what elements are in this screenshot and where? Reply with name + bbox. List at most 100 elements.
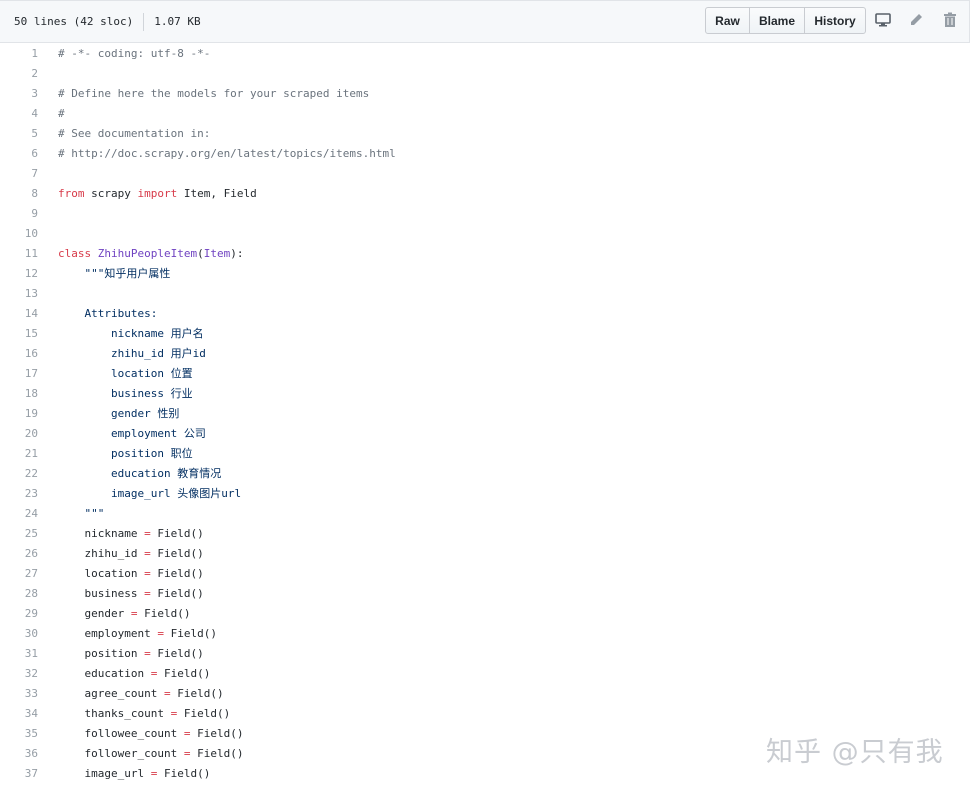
line-code: employment = Field() xyxy=(58,624,217,644)
line-number[interactable]: 9 xyxy=(0,204,38,224)
line-number[interactable]: 4 xyxy=(0,104,38,124)
line-number[interactable]: 6 xyxy=(0,144,38,164)
code-line: 13 xyxy=(0,284,972,304)
line-number[interactable]: 15 xyxy=(0,324,38,344)
code-token: zhihu_id xyxy=(58,547,145,560)
code-token: ZhihuPeopleItem xyxy=(97,247,198,260)
line-number[interactable]: 28 xyxy=(0,584,38,604)
code-line: 30 employment = Field() xyxy=(0,624,972,644)
line-number[interactable]: 25 xyxy=(0,524,38,544)
code-line: 5 # See documentation in: xyxy=(0,124,972,144)
line-number[interactable]: 27 xyxy=(0,564,38,584)
raw-button[interactable]: Raw xyxy=(705,7,750,34)
line-code: nickname 用户名 xyxy=(58,324,204,344)
line-number[interactable]: 8 xyxy=(0,184,38,204)
code-line: 1 # -*- coding: utf-8 -*- xyxy=(0,44,972,64)
file-actions: Raw Blame History xyxy=(705,7,866,34)
blame-button[interactable]: Blame xyxy=(749,7,805,34)
line-number[interactable]: 2 xyxy=(0,64,38,84)
desktop-icon[interactable] xyxy=(874,11,892,29)
code-token: class xyxy=(58,247,92,260)
code-token: Field() xyxy=(150,647,204,660)
code-line: 32 education = Field() xyxy=(0,664,972,684)
line-number[interactable]: 11 xyxy=(0,244,38,264)
line-code: education = Field() xyxy=(58,664,210,684)
code-token: thanks_count xyxy=(58,707,171,720)
code-line: 4 # xyxy=(0,104,972,124)
line-number[interactable]: 5 xyxy=(0,124,38,144)
code-line: 7 xyxy=(0,164,972,184)
code-token: # -*- coding: utf-8 -*- xyxy=(58,47,211,60)
line-number[interactable]: 35 xyxy=(0,724,38,744)
code-token: # See documentation in: xyxy=(58,127,211,140)
line-number[interactable]: 37 xyxy=(0,764,38,784)
code-line: 23 image_url 头像图片url xyxy=(0,484,972,504)
line-number[interactable]: 23 xyxy=(0,484,38,504)
line-number[interactable]: 19 xyxy=(0,404,38,424)
line-number[interactable]: 31 xyxy=(0,644,38,664)
line-number[interactable]: 7 xyxy=(0,164,38,184)
pencil-icon[interactable] xyxy=(907,11,925,29)
line-code: # http://doc.scrapy.org/en/latest/topics… xyxy=(58,144,396,164)
code-line: 27 location = Field() xyxy=(0,564,972,584)
line-number[interactable]: 30 xyxy=(0,624,38,644)
line-number[interactable]: 33 xyxy=(0,684,38,704)
line-number[interactable]: 13 xyxy=(0,284,38,304)
code-token: Field() xyxy=(157,767,211,780)
line-number[interactable]: 14 xyxy=(0,304,38,324)
line-number[interactable]: 16 xyxy=(0,344,38,364)
trash-icon[interactable] xyxy=(941,11,959,29)
code-token: location xyxy=(58,567,145,580)
code-line: 8 from scrapy import Item, Field xyxy=(0,184,972,204)
line-number[interactable]: 21 xyxy=(0,444,38,464)
code-token: Field() xyxy=(150,587,204,600)
code-token: Field() xyxy=(177,707,231,720)
code-token: = xyxy=(144,567,151,580)
code-token: image_url 头像图片url xyxy=(58,487,242,500)
line-code: image_url = Field() xyxy=(58,764,210,784)
line-code: location 位置 xyxy=(58,364,193,384)
code-line: 19 gender 性别 xyxy=(0,404,972,424)
code-token: Field() xyxy=(190,747,244,760)
code-token: """ xyxy=(58,507,105,520)
line-number[interactable]: 20 xyxy=(0,424,38,444)
line-number[interactable]: 34 xyxy=(0,704,38,724)
line-code: zhihu_id 用户id xyxy=(58,344,206,364)
line-code: location = Field() xyxy=(58,564,204,584)
line-number[interactable]: 18 xyxy=(0,384,38,404)
code-line: 34 thanks_count = Field() xyxy=(0,704,972,724)
line-number[interactable]: 22 xyxy=(0,464,38,484)
code-line: 15 nickname 用户名 xyxy=(0,324,972,344)
line-number[interactable]: 1 xyxy=(0,44,38,64)
code-line: 21 position 职位 xyxy=(0,444,972,464)
line-code: # -*- coding: utf-8 -*- xyxy=(58,44,210,64)
line-number[interactable]: 24 xyxy=(0,504,38,524)
code-token: Field() xyxy=(163,627,217,640)
code-token: education xyxy=(58,667,151,680)
line-number[interactable]: 36 xyxy=(0,744,38,764)
code-token: location 位置 xyxy=(58,367,193,380)
line-number[interactable]: 12 xyxy=(0,264,38,284)
code-line: 2 xyxy=(0,64,972,84)
line-number[interactable]: 32 xyxy=(0,664,38,684)
line-number[interactable]: 29 xyxy=(0,604,38,624)
line-code: position = Field() xyxy=(58,644,204,664)
code-line: 17 location 位置 xyxy=(0,364,972,384)
line-number[interactable]: 10 xyxy=(0,224,38,244)
code-token: nickname 用户名 xyxy=(58,327,204,340)
code-token: Field() xyxy=(150,547,204,560)
code-token: Field() xyxy=(150,567,204,580)
line-number[interactable]: 17 xyxy=(0,364,38,384)
code-token: Item, Field xyxy=(177,187,257,200)
line-code: nickname = Field() xyxy=(58,524,203,544)
line-number[interactable]: 26 xyxy=(0,544,38,564)
code-line: 31 position = Field() xyxy=(0,644,972,664)
line-code: follower_count = Field() xyxy=(58,744,243,764)
history-button[interactable]: History xyxy=(804,7,866,34)
code-token: education 教育情况 xyxy=(58,467,222,480)
code-token: Field() xyxy=(157,667,211,680)
code-line: 33 agree_count = Field() xyxy=(0,684,972,704)
code-token: employment xyxy=(58,627,158,640)
line-number[interactable]: 3 xyxy=(0,84,38,104)
